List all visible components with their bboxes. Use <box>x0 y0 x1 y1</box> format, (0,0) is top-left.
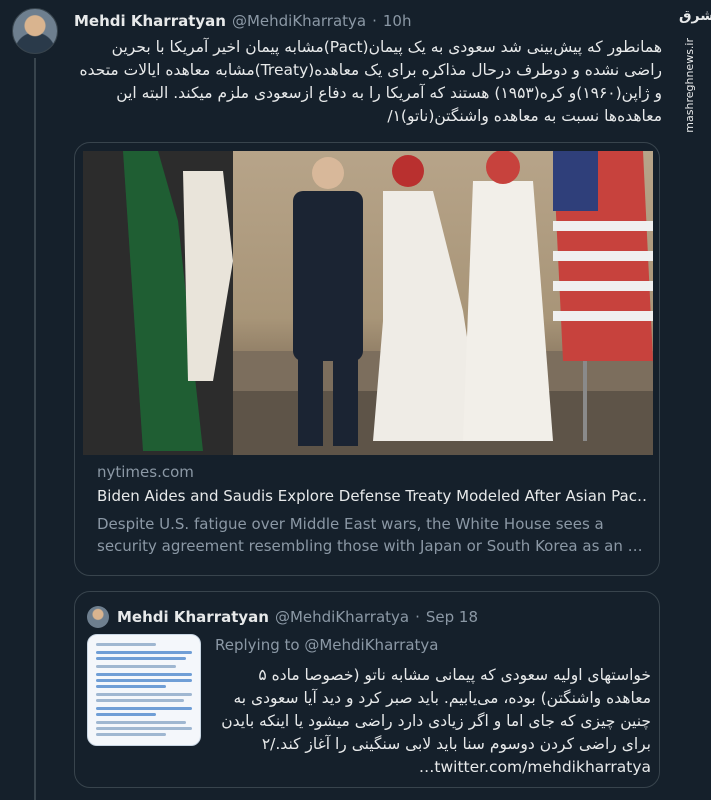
thread-line <box>34 58 36 800</box>
author-avatar[interactable] <box>12 8 58 54</box>
author-name[interactable]: Mehdi Kharratyan <box>74 12 226 30</box>
tweet-header: Mehdi Kharratyan @MehdiKharratya · 10h <box>74 10 411 32</box>
link-card-image[interactable] <box>83 151 653 455</box>
photo-illustration <box>83 151 653 455</box>
watermark-site: mashreghnews.ir <box>683 38 696 133</box>
replying-to-prefix: Replying to <box>215 636 300 654</box>
tweet-time[interactable]: 10h <box>383 12 412 30</box>
replying-to: Replying to @MehdiKharratya <box>215 636 438 654</box>
quoted-tweet-date[interactable]: Sep 18 <box>426 608 478 626</box>
quoted-tweet-text: خواستهای اولیه سعودی که پیمانی مشابه نات… <box>221 666 651 776</box>
quoted-author-avatar[interactable] <box>87 606 109 628</box>
watermark: مشرق mashreghnews.ir <box>679 8 711 133</box>
author-handle[interactable]: @MehdiKharratya <box>232 12 366 30</box>
quoted-author-handle[interactable]: @MehdiKharratya <box>275 608 409 626</box>
quoted-author-name[interactable]: Mehdi Kharratyan <box>117 608 269 626</box>
quoted-tweet-header: Mehdi Kharratyan @MehdiKharratya · Sep 1… <box>117 606 478 628</box>
tweet-text: همانطور که پیش‌بینی شد سعودی به یک پیمان… <box>79 38 662 125</box>
quoted-tweet-thumbnail[interactable] <box>87 634 201 746</box>
link-card-domain: nytimes.com <box>97 463 194 481</box>
replying-to-handle[interactable]: @MehdiKharratya <box>304 636 438 654</box>
link-card[interactable]: nytimes.com Biden Aides and Saudis Explo… <box>74 142 660 576</box>
separator-dot: · <box>372 12 377 30</box>
link-card-description: Despite U.S. fatigue over Middle East wa… <box>97 515 643 555</box>
quoted-tweet[interactable]: Mehdi Kharratyan @MehdiKharratya · Sep 1… <box>74 591 660 788</box>
quoted-separator-dot: · <box>415 608 420 626</box>
link-card-title[interactable]: Biden Aides and Saudis Explore Defense T… <box>97 487 647 505</box>
watermark-logo: مشرق <box>679 8 711 24</box>
